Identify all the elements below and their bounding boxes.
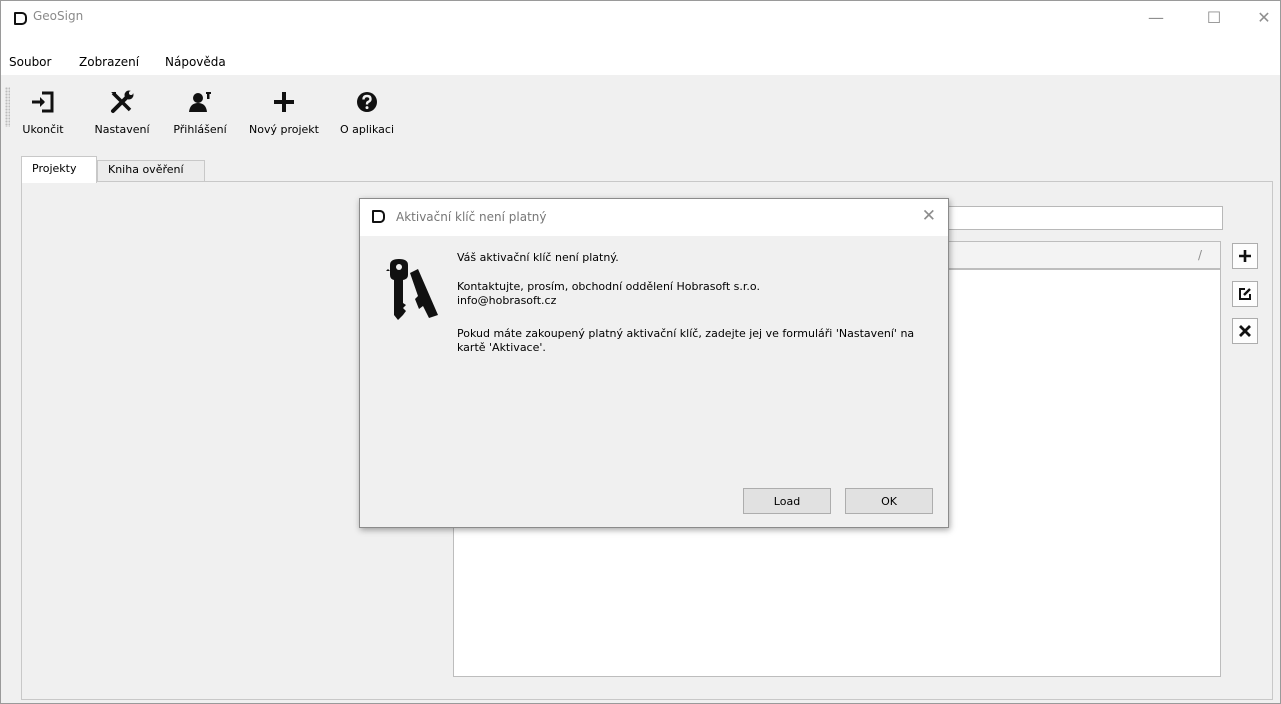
close-button[interactable]: ✕ [1241,1,1281,33]
edit-icon [1239,288,1251,300]
plus-icon [1239,250,1251,262]
dialog-message-1: Váš aktivační klíč není platný. [457,251,619,264]
keys-icon [382,259,438,326]
main-window: GeoSign — ☐ ✕ Soubor Zobrazení Nápověda … [0,0,1281,704]
exit-tool-button[interactable]: Ukončit [15,87,71,143]
about-label: O aplikaci [339,123,394,136]
plus-icon [272,87,296,117]
title-bar: GeoSign — ☐ ✕ [1,1,1280,49]
tab-kniha-overeni[interactable]: Kniha ověření [97,160,205,182]
menu-bar: Soubor Zobrazení Nápověda [1,49,1280,75]
new-project-label: Nový projekt [249,123,319,136]
help-icon [356,87,378,117]
delete-project-button[interactable] [1232,318,1258,344]
app-icon [14,12,27,25]
new-project-tool-button[interactable]: Nový projekt [244,87,324,143]
menu-zobrazeni[interactable]: Zobrazení [79,55,139,69]
tab-projekty[interactable]: Projekty [21,156,97,183]
window-title: GeoSign [33,9,84,23]
tools-icon [109,87,135,117]
invalid-key-dialog: Aktivační klíč není platný ✕ Váš aktivač… [359,198,949,528]
login-label: Přihlášení [173,123,227,136]
add-project-button[interactable] [1232,243,1258,269]
dialog-message-3: Pokud máte zakoupený platný aktivační kl… [457,327,915,340]
about-tool-button[interactable]: O aplikaci [339,87,395,143]
load-button[interactable]: Load [743,488,831,514]
sort-indicator: / [1197,248,1202,262]
list-header[interactable]: / [945,241,1221,269]
dialog-title-bar: Aktivační klíč není platný ✕ [360,199,948,236]
minimize-button[interactable]: — [1133,1,1179,33]
ok-button[interactable]: OK [845,488,933,514]
dialog-title: Aktivační klíč není platný [396,210,547,224]
dialog-message-2: Kontaktujte, prosím, obchodní oddělení H… [457,280,760,293]
exit-label: Ukončit [22,123,64,136]
delete-icon [1239,325,1251,337]
maximize-button[interactable]: ☐ [1191,1,1237,33]
settings-label: Nastavení [94,123,150,136]
menu-napoveda[interactable]: Nápověda [165,55,226,69]
menu-soubor[interactable]: Soubor [9,55,51,69]
settings-tool-button[interactable]: Nastavení [91,87,153,143]
toolbar: Ukončit Nastavení Přihlášení Nový projek… [1,75,1280,145]
dialog-close-button[interactable]: ✕ [922,206,936,226]
dialog-email: info@hobrasoft.cz [457,294,557,307]
login-tool-button[interactable]: Přihlášení [169,87,231,143]
user-icon [187,87,213,117]
dialog-message-4: kartě 'Aktivace'. [457,341,546,354]
edit-project-button[interactable] [1232,281,1258,307]
filter-input[interactable] [945,206,1223,230]
exit-icon [30,87,56,117]
toolbar-grip[interactable] [5,87,10,127]
dialog-app-icon [372,210,385,223]
